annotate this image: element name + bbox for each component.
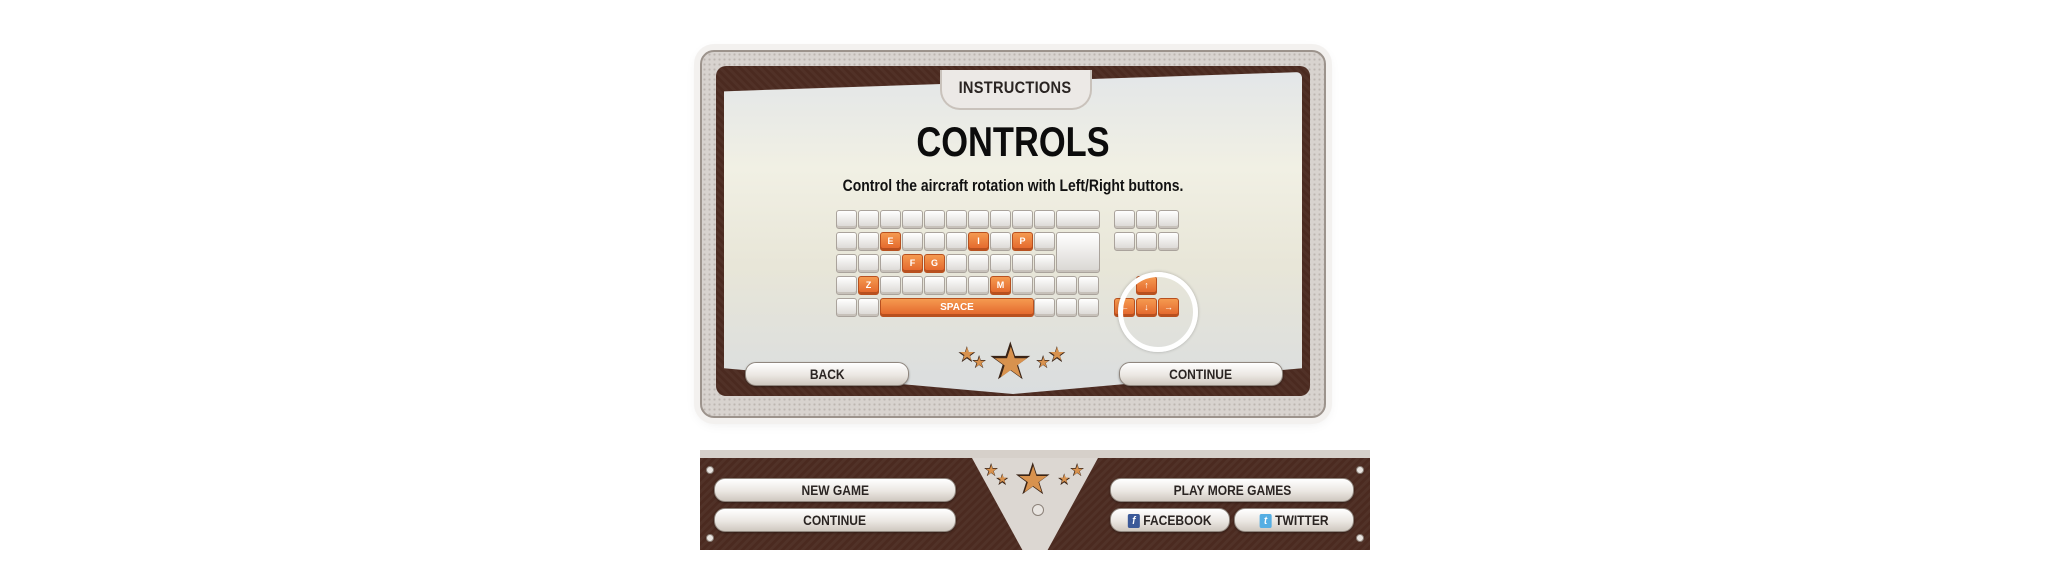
play-more-games-button[interactable]: PLAY MORE GAMES [1110, 478, 1354, 502]
key [1012, 210, 1033, 229]
rivet-icon [1356, 534, 1364, 542]
key [924, 232, 945, 251]
key [902, 210, 923, 229]
key [836, 232, 857, 251]
menu-continue-button[interactable]: CONTINUE [714, 508, 956, 532]
key [1078, 298, 1099, 317]
key [836, 298, 857, 317]
rivet-icon [706, 466, 714, 474]
key [902, 276, 923, 295]
key [880, 210, 901, 229]
key-e: E [880, 232, 901, 251]
key [1114, 210, 1135, 229]
key [1012, 254, 1033, 273]
key [946, 232, 967, 251]
key [1034, 210, 1055, 229]
key [902, 232, 923, 251]
key [836, 210, 857, 229]
key [968, 276, 989, 295]
key [1012, 276, 1033, 295]
key [880, 276, 901, 295]
new-game-button[interactable]: NEW GAME [714, 478, 956, 502]
key [858, 254, 879, 273]
star-icon: ★ ★ [1047, 342, 1067, 367]
key [968, 210, 989, 229]
key [858, 232, 879, 251]
key [946, 210, 967, 229]
key-f: F [902, 254, 923, 273]
key-p: P [1012, 232, 1033, 251]
menu-continue-label: CONTINUE [803, 512, 867, 528]
key-g: G [924, 254, 945, 273]
menu-stars-emblem: ★ ★ ★ ★ ★ ★ ★ ★ ★ ★ [983, 455, 1093, 504]
key [968, 254, 989, 273]
rivet-icon [1356, 466, 1364, 474]
key [1056, 276, 1077, 295]
back-button-label: BACK [809, 366, 845, 382]
key [924, 210, 945, 229]
facebook-button[interactable]: f FACEBOOK [1110, 508, 1230, 532]
star-icon: ★ ★ [1013, 455, 1053, 504]
key [1078, 276, 1099, 295]
enter-key [1056, 232, 1100, 273]
instructions-panel: INSTRUCTIONS CONTROLS Control the aircra… [700, 50, 1326, 418]
arrow-keys-highlight-ring [1118, 272, 1198, 352]
instructions-tab-title: INSTRUCTIONS [958, 78, 1072, 97]
stars-emblem: ★ ★ ★ ★ ★ ★ ★ ★ ★ ★ [957, 333, 1067, 392]
rivet-icon [706, 534, 714, 542]
space-key: SPACE [880, 298, 1034, 317]
key [1034, 276, 1055, 295]
twitter-label: TWITTER [1274, 512, 1329, 528]
controls-description: Control the aircraft rotation with Left/… [842, 176, 1184, 195]
star-icon: ★ ★ [1069, 460, 1086, 480]
continue-button-label: CONTINUE [1169, 366, 1233, 382]
key [990, 210, 1011, 229]
key-i: I [968, 232, 989, 251]
key [858, 298, 879, 317]
twitter-icon: t [1259, 514, 1272, 529]
key-z: Z [858, 276, 879, 295]
key [1158, 232, 1179, 251]
facebook-icon: f [1128, 514, 1141, 529]
center-rivet-icon [1032, 504, 1044, 516]
key [946, 254, 967, 273]
key [1034, 254, 1055, 273]
key [858, 210, 879, 229]
key [924, 276, 945, 295]
star-icon: ★ ★ [971, 352, 988, 372]
key [836, 254, 857, 273]
key [1034, 232, 1055, 251]
key [990, 254, 1011, 273]
back-button[interactable]: BACK [745, 362, 909, 386]
key [880, 254, 901, 273]
star-icon: ★ ★ [995, 472, 1010, 489]
key [990, 232, 1011, 251]
key [1114, 232, 1135, 251]
bottom-menu-bar: ★ ★ ★ ★ ★ ★ ★ ★ ★ ★ NEW GAME CONTINUE PLAY MO… [700, 450, 1370, 550]
twitter-button[interactable]: t TWITTER [1234, 508, 1354, 532]
facebook-label: FACEBOOK [1143, 512, 1212, 528]
key [836, 276, 857, 295]
key-m: M [990, 276, 1011, 295]
key [1034, 298, 1055, 317]
key [1158, 210, 1179, 229]
key [1056, 298, 1077, 317]
play-more-games-label: PLAY MORE GAMES [1173, 482, 1291, 498]
star-icon: ★ ★ [987, 333, 1034, 391]
key [946, 276, 967, 295]
page-title: CONTROLS [916, 118, 1110, 165]
new-game-label: NEW GAME [801, 482, 869, 498]
continue-button[interactable]: CONTINUE [1119, 362, 1283, 386]
key [1136, 232, 1157, 251]
key [1056, 210, 1100, 229]
key [1136, 210, 1157, 229]
